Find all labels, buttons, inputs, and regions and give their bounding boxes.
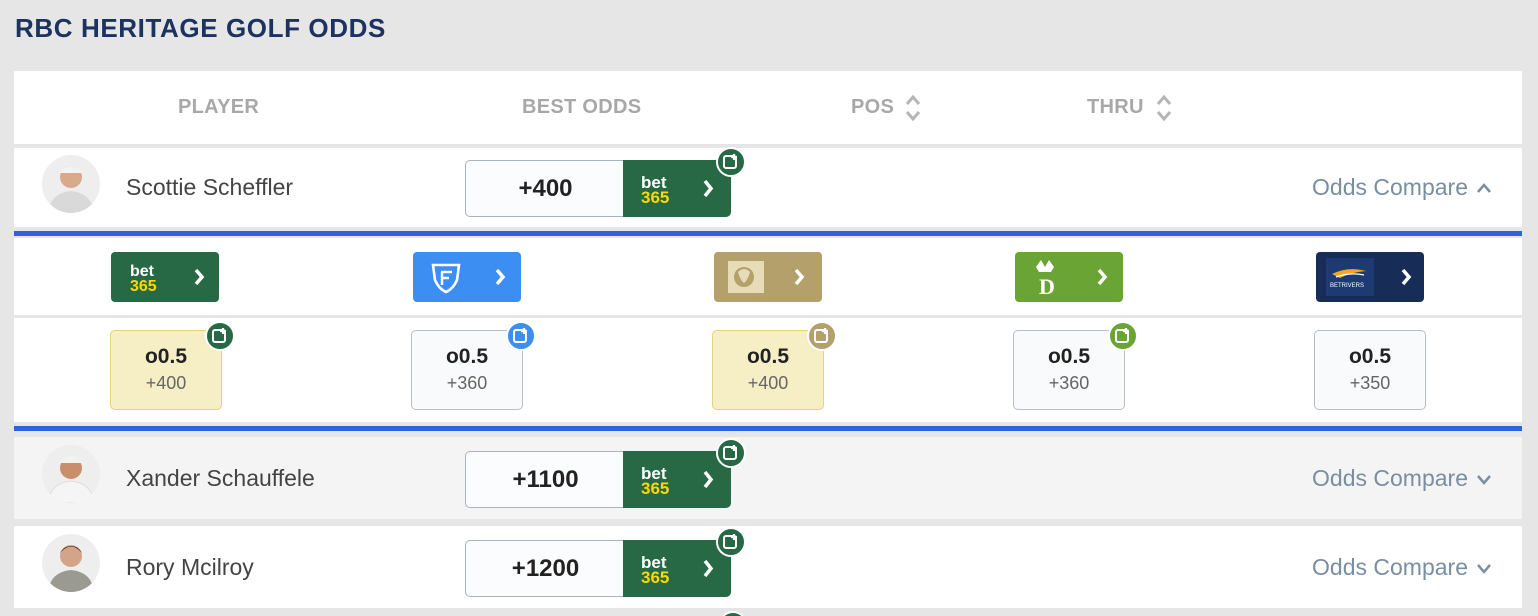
player-row-scheffler[interactable]: Scottie Scheffler +400 bet 365 Odds Compa… <box>14 147 1522 227</box>
line-odds-draftkings[interactable]: o0.5 +360 <box>1013 321 1138 410</box>
add-bet-icon[interactable] <box>205 321 235 351</box>
svg-text:365: 365 <box>641 479 669 498</box>
draftkings-book-button[interactable]: D <box>1015 252 1123 302</box>
svg-text:BETRIVERS: BETRIVERS <box>1330 283 1364 289</box>
expanded-top-border <box>14 231 1522 236</box>
best-odds-button[interactable]: +1200 bet 365 <box>465 527 746 597</box>
svg-text:365: 365 <box>641 568 669 587</box>
header-thru[interactable]: THRU <box>1087 96 1144 119</box>
line-odds-bet365[interactable]: o0.5 +400 <box>110 321 235 410</box>
lines-row: o0.5 +400 o0.5 +360 o0.5 +400 o0.5 +360 … <box>14 318 1522 422</box>
line-value: o0.5 <box>746 345 790 368</box>
line-price: +360 <box>1048 373 1090 393</box>
player-name[interactable]: Scottie Scheffler <box>126 174 293 201</box>
chevron-up-icon <box>1477 182 1491 193</box>
add-bet-icon[interactable] <box>1108 321 1138 351</box>
page-title: RBC HERITAGE GOLF ODDS <box>15 13 386 43</box>
betmgm-book-button[interactable] <box>714 252 822 302</box>
line-value: o0.5 <box>1047 345 1091 368</box>
player-row-mcilroy[interactable]: Rory Mcilroy +1200 bet 365 Odds Compare <box>14 526 1522 608</box>
sportsbooks-row: bet 365 D BETRIVERS <box>14 238 1522 315</box>
add-bet-icon[interactable] <box>506 321 536 351</box>
player-name[interactable]: Xander Schauffele <box>126 465 315 492</box>
expanded-bottom-border <box>14 426 1522 431</box>
odds-compare-label: Odds Compare <box>1312 174 1468 200</box>
svg-text:365: 365 <box>641 188 669 207</box>
odds-compare-label: Odds Compare <box>1312 554 1468 580</box>
player-row-schauffele[interactable]: Xander Schauffele +1100 bet 365 Odds Comp… <box>14 437 1522 519</box>
best-odds-value: +400 <box>465 160 625 217</box>
line-value: o0.5 <box>1348 345 1392 368</box>
bet365-logo: bet 365 <box>623 540 731 597</box>
best-odds-value: +1100 <box>465 451 625 508</box>
best-odds-button[interactable]: +400 bet 365 <box>465 147 746 217</box>
sort-pos-icon[interactable] <box>904 93 922 123</box>
add-bet-icon[interactable] <box>716 527 746 557</box>
svg-text:D: D <box>1039 274 1055 299</box>
svg-text:365: 365 <box>130 278 157 295</box>
header-best-odds: BEST ODDS <box>522 96 642 118</box>
add-bet-icon[interactable] <box>718 611 748 616</box>
fanduel-book-button[interactable] <box>413 252 521 302</box>
line-price: +350 <box>1349 373 1391 393</box>
line-value: o0.5 <box>144 345 188 368</box>
add-bet-icon[interactable] <box>716 147 746 177</box>
bet365-logo: bet 365 <box>623 160 731 217</box>
player-avatar <box>42 445 100 503</box>
line-odds-betmgm[interactable]: o0.5 +400 <box>712 321 837 410</box>
best-odds-value: +1200 <box>465 540 625 597</box>
player-avatar <box>42 155 100 213</box>
odds-compare-toggle[interactable]: Odds Compare <box>1312 465 1492 492</box>
line-price: +360 <box>446 373 488 393</box>
header-pos[interactable]: POS <box>851 96 894 119</box>
line-odds-fanduel[interactable]: o0.5 +360 <box>411 321 536 410</box>
line-price: +400 <box>747 373 789 393</box>
add-bet-icon[interactable] <box>716 438 746 468</box>
bet365-logo: bet 365 <box>623 451 731 508</box>
add-bet-icon[interactable] <box>807 321 837 351</box>
odds-compare-label: Odds Compare <box>1312 465 1468 491</box>
sort-thru-icon[interactable] <box>1155 93 1173 123</box>
player-avatar <box>42 534 100 592</box>
header-player: PLAYER <box>178 96 260 118</box>
betrivers-book-button[interactable]: BETRIVERS <box>1316 252 1424 302</box>
odds-compare-toggle[interactable]: Odds Compare <box>1312 554 1492 581</box>
line-price: +400 <box>145 373 187 393</box>
odds-compare-toggle[interactable]: Odds Compare <box>1312 174 1492 201</box>
line-odds-betrivers[interactable]: o0.5 +350 <box>1314 330 1426 410</box>
chevron-down-icon <box>1477 563 1491 574</box>
best-odds-button[interactable]: +1100 bet 365 <box>465 438 746 508</box>
bet365-book-button[interactable]: bet 365 <box>111 252 219 302</box>
player-name[interactable]: Rory Mcilroy <box>126 554 254 581</box>
chevron-down-icon <box>1477 474 1491 485</box>
line-value: o0.5 <box>445 345 489 368</box>
